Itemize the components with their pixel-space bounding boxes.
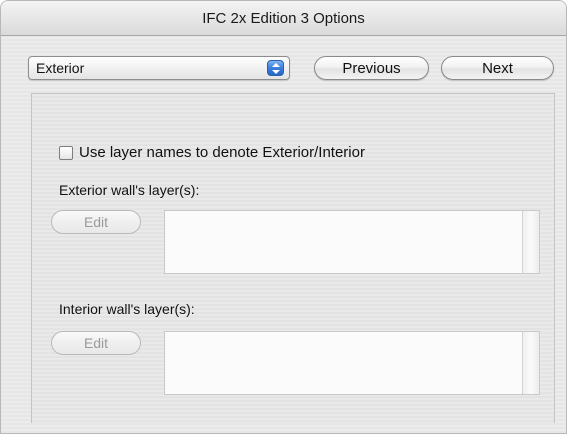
category-popup[interactable]: Exterior [28,56,290,80]
use-layer-names-checkbox[interactable]: Use layer names to denote Exterior/Inter… [59,144,365,161]
popup-arrows-icon [267,60,284,76]
exterior-edit-button[interactable]: Edit [51,210,141,234]
exterior-layers-list[interactable] [164,210,540,274]
category-popup-value: Exterior [36,60,85,76]
next-button[interactable]: Next [441,56,554,80]
window-title: IFC 2x Edition 3 Options [202,9,365,27]
interior-layers-label: Interior wall's layer(s): [59,301,195,317]
window-titlebar[interactable]: IFC 2x Edition 3 Options [1,1,566,36]
use-layer-names-label: Use layer names to denote Exterior/Inter… [79,144,365,161]
options-dialog: IFC 2x Edition 3 Options Exterior Previo… [0,0,567,434]
previous-button[interactable]: Previous [314,56,429,80]
exterior-list-scrollbar[interactable] [522,211,539,273]
interior-edit-button[interactable]: Edit [51,331,141,355]
exterior-layers-label: Exterior wall's layer(s): [59,182,200,198]
checkbox-box[interactable] [59,145,73,160]
interior-list-scrollbar[interactable] [522,332,539,394]
interior-layers-list[interactable] [164,331,540,395]
